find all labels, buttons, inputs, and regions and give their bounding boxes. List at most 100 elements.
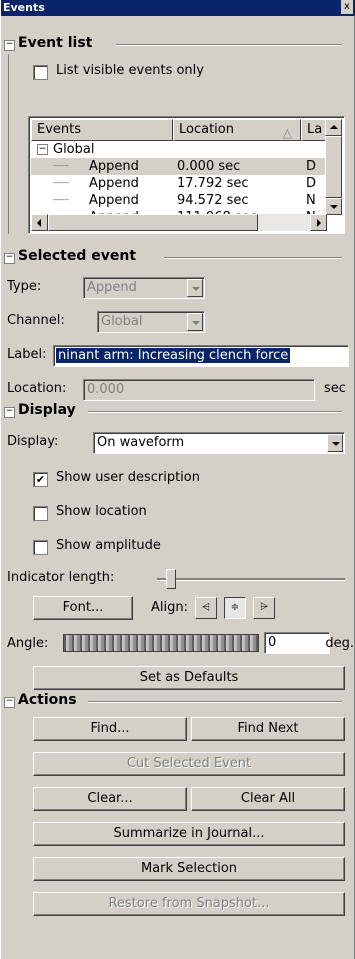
show-amplitude-checkbox[interactable] <box>33 540 48 555</box>
scroll-right-icon[interactable] <box>310 214 327 231</box>
collapse-icon[interactable]: − <box>4 407 15 418</box>
indicator-length-label: Indicator length: <box>7 570 115 585</box>
location-input: 0.000 <box>83 379 315 401</box>
row-location: 17.792 sec <box>177 176 249 191</box>
collapse-icon[interactable]: − <box>4 40 15 51</box>
scroll-up-icon[interactable] <box>325 119 342 136</box>
window-titlebar[interactable]: Events x <box>1 0 355 16</box>
scroll-left-icon[interactable] <box>31 214 48 231</box>
tree-group-global[interactable]: − Global <box>31 141 327 158</box>
display-title: Display <box>18 402 76 418</box>
display-mode-label: Display: <box>7 434 59 449</box>
section-divider <box>88 701 342 703</box>
mark-selection-button[interactable]: Mark Selection <box>33 857 345 881</box>
selected-event-section-header[interactable]: − Selected event <box>4 248 344 264</box>
cut-selected-event-button: Cut Selected Event <box>33 752 345 776</box>
column-header-location[interactable]: Location △ <box>173 119 301 141</box>
actions-section-header[interactable]: − Actions <box>4 692 344 708</box>
row-event: Append <box>89 176 139 191</box>
label-value: ninant arm: Increasing clench force <box>56 348 291 363</box>
type-dropdown-icon <box>187 279 203 297</box>
row-event: Append <box>89 193 139 208</box>
display-section-header[interactable]: − Display <box>4 402 344 418</box>
events-panel: Events x − Event list List visible events… <box>0 0 355 959</box>
indicator-length-track[interactable] <box>157 578 345 581</box>
collapse-icon[interactable]: − <box>4 253 15 264</box>
row-label: D <box>306 176 317 191</box>
show-user-description-label: Show user description <box>56 470 200 485</box>
window-title: Events <box>3 1 45 14</box>
type-label: Type: <box>7 279 42 294</box>
channel-label: Channel: <box>7 313 65 328</box>
type-value: Append <box>87 280 137 295</box>
location-label: Location: <box>7 381 67 396</box>
row-label: N <box>306 193 316 208</box>
location-value: 0.000 <box>87 382 125 397</box>
row-location: 94.572 sec <box>177 193 249 208</box>
align-label: Align: <box>151 600 188 615</box>
location-unit: sec <box>324 381 346 396</box>
close-icon[interactable]: x <box>341 0 353 14</box>
set-as-defaults-button[interactable]: Set as Defaults <box>33 666 345 690</box>
angle-dial[interactable] <box>63 634 259 652</box>
angle-input[interactable]: 0 <box>264 632 330 654</box>
show-amplitude-label: Show amplitude <box>56 538 161 553</box>
events-table: Events Location △ La − Global ┈┈ Append … <box>28 116 345 234</box>
list-visible-only-label: List visible events only <box>56 63 204 78</box>
event-list-section-header[interactable]: − Event list <box>4 35 344 51</box>
align-left-icon[interactable]: ⩤ <box>195 597 217 619</box>
clear-button[interactable]: Clear... <box>33 787 187 811</box>
find-next-button[interactable]: Find Next <box>191 717 345 741</box>
restore-from-snapshot-button: Restore from Snapshot... <box>33 892 345 916</box>
vertical-scroll-thumb[interactable] <box>325 136 342 198</box>
row-label: D <box>306 159 317 174</box>
show-user-description-checkbox[interactable]: ✔ <box>33 472 48 487</box>
clear-all-button[interactable]: Clear All <box>191 787 345 811</box>
tree-collapse-icon[interactable]: − <box>37 144 48 155</box>
column-header-events[interactable]: Events <box>31 119 173 141</box>
row-location: 0.000 sec <box>177 159 241 174</box>
display-mode-select[interactable]: On waveform <box>93 432 345 454</box>
tree-guide-line <box>8 54 9 234</box>
tree-connector: ┈┈ <box>53 176 69 191</box>
sort-ascending-icon: △ <box>282 126 292 140</box>
event-list-title: Event list <box>18 35 93 51</box>
collapse-icon[interactable]: − <box>4 697 15 708</box>
group-label: Global <box>53 142 95 157</box>
tree-connector: ┈┈ <box>53 159 69 174</box>
table-row[interactable]: ┈┈ Append 94.572 sec N <box>31 192 327 209</box>
channel-dropdown-icon <box>187 313 203 331</box>
list-visible-only-checkbox[interactable] <box>33 65 48 80</box>
angle-label: Angle: <box>7 636 49 651</box>
channel-value: Global <box>101 314 143 329</box>
table-row[interactable]: ┈┈ Append 17.792 sec D <box>31 175 327 192</box>
table-row[interactable]: ┈┈ Append 0.000 sec D <box>31 158 327 175</box>
column-header-location-label: Location <box>179 122 234 137</box>
find-button[interactable]: Find... <box>33 717 187 741</box>
show-location-label: Show location <box>56 504 147 519</box>
horizontal-scroll-thumb[interactable] <box>48 214 258 231</box>
actions-title: Actions <box>18 692 77 708</box>
vertical-scrollbar[interactable] <box>325 119 342 215</box>
font-button[interactable]: Font... <box>33 596 133 620</box>
row-event: Append <box>89 159 139 174</box>
tree-connector: ┈┈ <box>53 193 69 208</box>
scroll-down-icon[interactable] <box>325 198 342 215</box>
align-center-icon[interactable]: ≑ <box>224 597 246 619</box>
show-location-checkbox[interactable] <box>33 506 48 521</box>
type-combo: Append <box>83 277 205 299</box>
section-divider <box>116 44 342 46</box>
label-label: Label: <box>7 347 47 362</box>
indicator-length-slider-thumb[interactable] <box>165 569 176 589</box>
selected-event-title: Selected event <box>18 248 137 264</box>
angle-value: 0 <box>268 635 277 650</box>
column-header-label[interactable]: La <box>301 119 327 141</box>
display-mode-dropdown-icon[interactable] <box>327 434 343 452</box>
display-mode-value: On waveform <box>97 435 185 450</box>
label-input[interactable]: ninant arm: Increasing clench force <box>53 345 349 367</box>
angle-unit: deg. <box>325 636 354 651</box>
section-divider <box>164 257 342 259</box>
summarize-in-journal-button[interactable]: Summarize in Journal... <box>33 822 345 846</box>
horizontal-scrollbar[interactable] <box>31 214 327 231</box>
align-right-icon[interactable]: ⩥ <box>253 597 275 619</box>
